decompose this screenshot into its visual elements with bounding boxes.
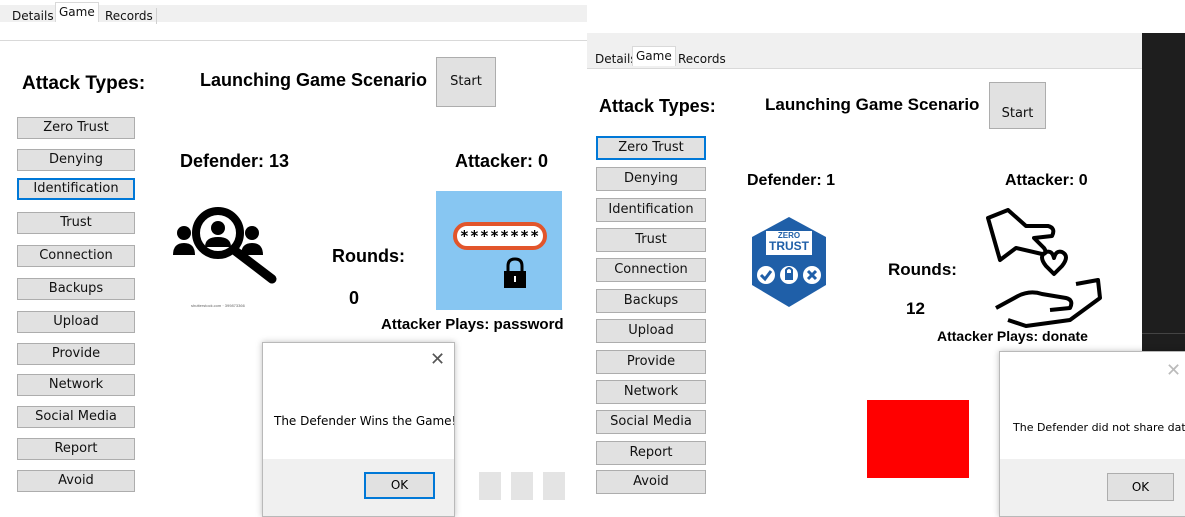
attack-button-denying[interactable]: Denying <box>596 167 706 191</box>
dialog-footer: OK <box>1000 459 1185 516</box>
attack-button-upload[interactable]: Upload <box>17 311 135 333</box>
image-credit-caption: shutterstock.com · 399873366 <box>191 303 245 308</box>
scenario-heading: Launching Game Scenario <box>765 95 980 114</box>
dialog-message: The Defender did not share data <box>1013 421 1185 434</box>
left-game-window: Details Game Records Attack Types: Launc… <box>0 0 587 517</box>
ok-button[interactable]: OK <box>364 472 435 499</box>
attack-button-backups[interactable]: Backups <box>17 278 135 300</box>
defender-score: Defender: 13 <box>180 151 290 171</box>
attack-button-provide[interactable]: Provide <box>17 343 135 365</box>
attack-button-social-media[interactable]: Social Media <box>596 410 706 434</box>
shield-icon <box>752 217 826 307</box>
ok-button[interactable]: OK <box>1107 473 1174 501</box>
dialog-footer: OK <box>263 459 454 516</box>
attacker-score: Attacker: 0 <box>455 151 549 171</box>
left-tab-strip: Details Game Records <box>0 2 587 24</box>
attack-button-connection[interactable]: Connection <box>596 258 706 282</box>
attack-button-upload[interactable]: Upload <box>596 319 706 343</box>
attack-button-report[interactable]: Report <box>596 441 706 465</box>
attack-button-trust[interactable]: Trust <box>596 228 706 252</box>
attack-button-network[interactable]: Network <box>596 380 706 404</box>
scenario-heading: Launching Game Scenario <box>200 70 428 90</box>
disabled-control <box>543 472 565 500</box>
attack-button-network[interactable]: Network <box>17 374 135 396</box>
divider <box>1142 333 1185 334</box>
rounds-label: Rounds: <box>888 260 957 279</box>
start-button[interactable]: Start <box>436 57 496 107</box>
identification-search-icon <box>173 207 277 284</box>
disabled-control <box>479 472 501 500</box>
close-icon[interactable]: ✕ <box>1166 360 1181 381</box>
tab-game[interactable]: Game <box>55 2 99 22</box>
rounds-label: Rounds: <box>332 246 405 266</box>
disabled-control <box>511 472 533 500</box>
attack-button-avoid[interactable]: Avoid <box>17 470 135 492</box>
attacker-plays-label: Attacker Plays: donate <box>937 328 1088 344</box>
dialog-message: The Defender Wins the Game! <box>274 414 455 428</box>
rounds-value: 12 <box>906 299 925 318</box>
attack-button-denying[interactable]: Denying <box>17 149 135 171</box>
attack-button-connection[interactable]: Connection <box>17 245 135 267</box>
message-dialog: ✕ The Defender Wins the Game! OK <box>262 342 455 517</box>
attack-button-social-media[interactable]: Social Media <box>17 406 135 428</box>
attack-button-provide[interactable]: Provide <box>596 350 706 374</box>
attack-button-avoid[interactable]: Avoid <box>596 470 706 494</box>
defender-score: Defender: 1 <box>747 172 836 189</box>
tab-records[interactable]: Records <box>102 8 157 24</box>
attacker-score: Attacker: 0 <box>1005 172 1088 189</box>
attack-button-report[interactable]: Report <box>17 438 135 460</box>
attack-types-heading: Attack Types: <box>599 96 716 116</box>
tab-details[interactable]: Details <box>9 8 57 24</box>
donate-hands-icon <box>986 208 1102 328</box>
attacker-plays-label: Attacker Plays: password <box>381 316 564 333</box>
badge-trust-text: TRUST <box>769 239 809 253</box>
attack-types-heading: Attack Types: <box>22 73 146 94</box>
start-button[interactable]: Start <box>989 82 1046 129</box>
right-tab-strip: Details Game Records <box>587 33 1185 68</box>
message-dialog: ✕ The Defender did not share data OK <box>999 351 1185 517</box>
padlock-icon <box>504 257 526 288</box>
tab-game[interactable]: Game <box>632 46 676 66</box>
rounds-value: 0 <box>349 288 360 308</box>
attack-button-identification[interactable]: Identification <box>17 178 135 200</box>
status-square <box>867 400 969 478</box>
attack-button-backups[interactable]: Backups <box>596 289 706 313</box>
password-field-graphic: ******** <box>453 222 547 250</box>
tab-records[interactable]: Records <box>675 51 729 67</box>
zero-trust-badge: ZERO TRUST <box>748 215 830 309</box>
close-icon[interactable]: ✕ <box>430 349 445 370</box>
attack-button-zero-trust[interactable]: Zero Trust <box>596 136 706 160</box>
attacker-card-password: ******** <box>436 191 562 310</box>
attack-button-trust[interactable]: Trust <box>17 212 135 234</box>
attack-button-zero-trust[interactable]: Zero Trust <box>17 117 135 139</box>
attack-button-identification[interactable]: Identification <box>596 198 706 222</box>
